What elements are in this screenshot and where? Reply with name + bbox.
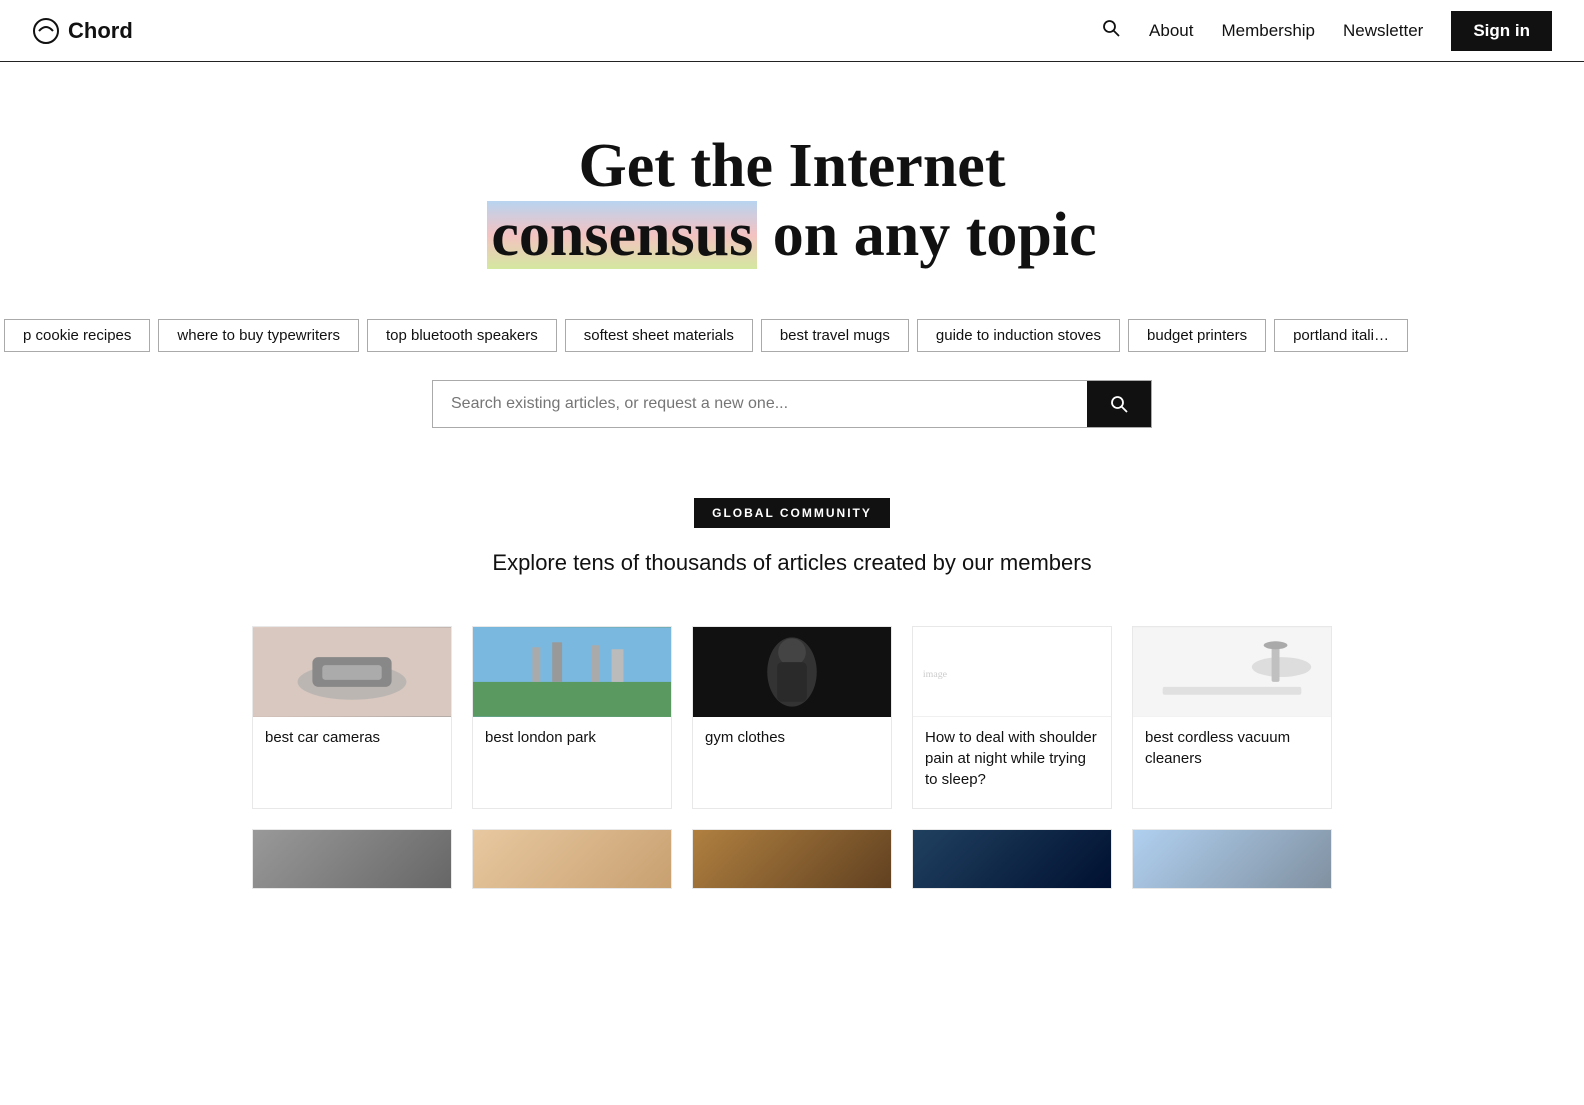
tag-4[interactable]: best travel mugs	[761, 319, 909, 352]
article-card-3[interactable]: image How to deal with shoulder pain at …	[912, 626, 1112, 809]
logo[interactable]: Chord	[32, 17, 133, 45]
article-thumb-3: image	[913, 627, 1111, 717]
article-title-4: best cordless vacuum cleaners	[1133, 717, 1331, 773]
hero-line2-post: on any topic	[757, 201, 1096, 269]
article-thumb-4	[1133, 627, 1331, 717]
logo-text: Chord	[68, 18, 133, 44]
article-thumb-2	[693, 627, 891, 717]
logo-icon	[32, 17, 60, 45]
article-card-r2-2[interactable]	[692, 829, 892, 889]
article-title-2: gym clothes	[693, 717, 891, 752]
navbar: Chord About Membership Newsletter Sign i…	[0, 0, 1584, 62]
article-card-r2-0[interactable]	[252, 829, 452, 889]
article-card-r2-3[interactable]	[912, 829, 1112, 889]
search-button[interactable]	[1087, 381, 1151, 427]
article-card-2[interactable]: gym clothes	[692, 626, 892, 809]
hero-title: Get the Internet consensus on any topic	[20, 132, 1564, 271]
search-box	[432, 380, 1152, 428]
tag-0[interactable]: p cookie recipes	[4, 319, 150, 352]
article-title-3: How to deal with shoulder pain at night …	[913, 717, 1111, 794]
hero-line1: Get the Internet	[579, 132, 1006, 200]
search-btn-icon	[1109, 394, 1129, 414]
article-grid-row2	[0, 819, 1584, 919]
consensus-word: consensus	[487, 201, 757, 269]
nav-newsletter-link[interactable]: Newsletter	[1343, 21, 1423, 41]
article-card-4[interactable]: best cordless vacuum cleaners	[1132, 626, 1332, 809]
tag-1[interactable]: where to buy typewriters	[158, 319, 359, 352]
article-thumb-1	[473, 627, 671, 717]
nav-about-link[interactable]: About	[1149, 21, 1193, 41]
hero-section: Get the Internet consensus on any topic	[0, 62, 1584, 301]
nav-membership-link[interactable]: Membership	[1221, 21, 1315, 41]
community-subtitle: Explore tens of thousands of articles cr…	[20, 550, 1564, 576]
article-grid-row1: best car cameras best london park gym cl	[0, 616, 1584, 819]
nav-right: About Membership Newsletter Sign in	[1101, 11, 1552, 51]
article-title-1: best london park	[473, 717, 671, 752]
article-thumb-0	[253, 627, 451, 717]
article-card-r2-4[interactable]	[1132, 829, 1332, 889]
tag-3[interactable]: softest sheet materials	[565, 319, 753, 352]
hero-line2: consensus on any topic	[20, 201, 1564, 270]
tag-strip: p cookie recipes where to buy typewriter…	[0, 301, 1584, 370]
article-card-0[interactable]: best car cameras	[252, 626, 452, 809]
article-card-1[interactable]: best london park	[472, 626, 672, 809]
tag-6[interactable]: budget printers	[1128, 319, 1266, 352]
nav-search-icon[interactable]	[1101, 18, 1121, 43]
tag-2[interactable]: top bluetooth speakers	[367, 319, 557, 352]
tag-5[interactable]: guide to induction stoves	[917, 319, 1120, 352]
article-title-0: best car cameras	[253, 717, 451, 752]
community-section: GLOBAL COMMUNITY Explore tens of thousan…	[0, 478, 1584, 616]
community-badge: GLOBAL COMMUNITY	[694, 498, 890, 528]
signin-button[interactable]: Sign in	[1451, 11, 1552, 51]
svg-text:image: image	[923, 669, 948, 680]
article-card-r2-1[interactable]	[472, 829, 672, 889]
search-section	[0, 370, 1584, 478]
tag-7[interactable]: portland itali…	[1274, 319, 1408, 352]
search-input[interactable]	[433, 381, 1087, 427]
